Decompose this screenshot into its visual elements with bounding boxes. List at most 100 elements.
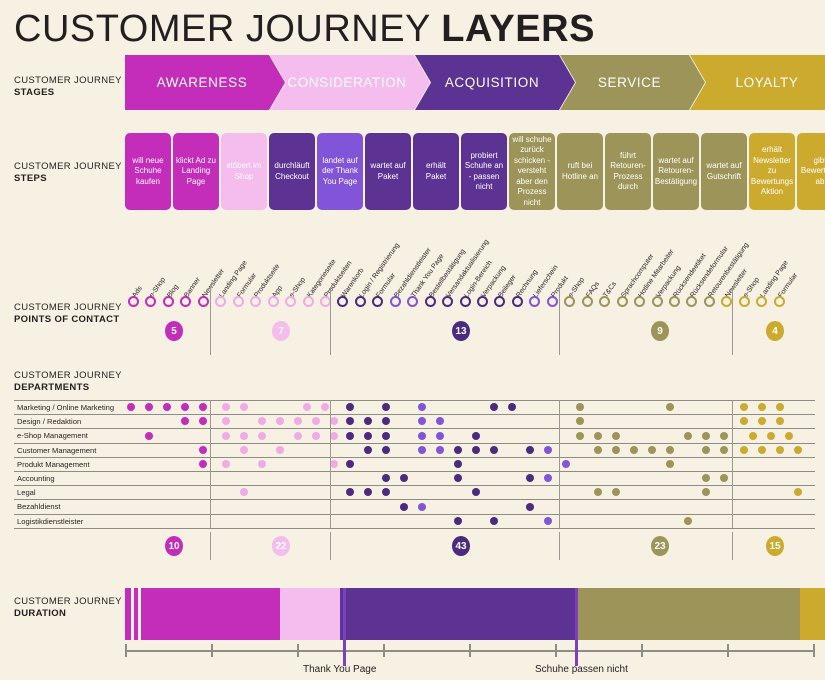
poc-circle-28[interactable] <box>599 296 611 307</box>
poc-circle-6[interactable] <box>215 296 227 307</box>
stage-awareness[interactable]: AWARENESS <box>125 55 285 110</box>
poc-circle-29[interactable] <box>616 296 628 307</box>
stage-loyalty[interactable]: LOYALTY <box>690 55 825 110</box>
poc-circle-27[interactable] <box>581 296 593 307</box>
label-departments: Customer Journey Departments <box>14 370 126 394</box>
step-label: wartet auf Retouren-Bestätigung <box>654 155 698 186</box>
department-count-divider-2 <box>330 532 331 560</box>
poc-circle-17[interactable] <box>407 296 419 307</box>
poc-circle-33[interactable] <box>686 296 698 307</box>
step-card-12[interactable]: wartet auf Retouren-Bestätigung <box>653 133 699 210</box>
poc-circle-18[interactable] <box>424 296 436 307</box>
poc-circle-9[interactable] <box>267 296 279 307</box>
step-card-2[interactable]: klickt Ad zu Landing Page <box>173 133 219 210</box>
duration-segment-1 <box>125 588 280 640</box>
poc-circle-3[interactable] <box>162 296 174 307</box>
poc-circle-38[interactable] <box>773 296 785 307</box>
department-row: Produkt Management <box>14 456 815 472</box>
step-label: wartet auf Paket <box>370 161 406 181</box>
department-dot <box>472 445 480 454</box>
step-card-8[interactable]: probiert Schuhe an - passen nicht <box>461 133 507 210</box>
department-dot <box>199 460 207 468</box>
department-dot <box>258 431 266 440</box>
step-card-9[interactable]: will schuhe zurück schicken - versteht a… <box>509 133 555 210</box>
poc-circle-14[interactable] <box>354 296 366 307</box>
department-dot <box>418 502 426 511</box>
duration-marker-1 <box>343 588 346 666</box>
poc-circle-26[interactable] <box>564 296 576 307</box>
poc-circle-7[interactable] <box>232 296 244 307</box>
step-card-6[interactable]: wartet auf Paket <box>365 133 411 210</box>
poc-count-badge-2: 7 <box>272 321 290 341</box>
poc-circle-5[interactable] <box>197 296 209 307</box>
poc-circle-25[interactable] <box>546 296 558 307</box>
department-dot <box>702 445 710 454</box>
poc-circle-36[interactable] <box>738 296 750 307</box>
poc-circle-15[interactable] <box>372 296 384 307</box>
department-dot <box>436 445 444 454</box>
duration-segment-2 <box>280 588 340 640</box>
department-name: Accounting <box>17 474 55 483</box>
department-count-badge-2: 22 <box>272 536 290 556</box>
department-dot <box>758 445 766 454</box>
poc-circle-8[interactable] <box>250 296 262 307</box>
label-duration-line2: Duration <box>14 608 67 619</box>
poc-circle-37[interactable] <box>756 296 768 307</box>
label-steps: Customer Journey Steps <box>14 161 126 185</box>
step-card-13[interactable]: wartet auf Gutschrift <box>701 133 747 210</box>
stage-acquisition[interactable]: ACQUISITION <box>415 55 575 110</box>
department-dot <box>418 445 426 454</box>
step-card-10[interactable]: ruft bei Hotline an <box>557 133 603 210</box>
poc-circle-22[interactable] <box>494 296 506 307</box>
poc-circle-4[interactable] <box>180 296 192 307</box>
step-card-14[interactable]: erhält Newsletter zu Bewertungs Aktion <box>749 133 795 210</box>
step-label: klickt Ad zu Landing Page <box>175 155 216 186</box>
department-dot <box>222 431 230 440</box>
department-dot <box>382 445 390 454</box>
poc-circle-32[interactable] <box>668 296 680 307</box>
department-dot <box>612 431 620 440</box>
department-dot <box>684 516 692 525</box>
poc-circle-21[interactable] <box>477 296 488 307</box>
poc-circle-35[interactable] <box>721 296 733 307</box>
step-label: gibt Bewertung ab <box>800 155 825 186</box>
poc-circle-24[interactable] <box>529 296 541 307</box>
stage-consideration[interactable]: CONSIDERATION <box>270 55 430 110</box>
department-row: Logistikdienstleister <box>14 513 815 529</box>
poc-circle-34[interactable] <box>703 296 715 307</box>
department-row: Design / Redaktion <box>14 414 815 429</box>
poc-circle-19[interactable] <box>442 296 454 307</box>
department-dot <box>490 445 498 454</box>
step-card-1[interactable]: will neue Schuhe kaufen <box>125 133 171 210</box>
poc-circle-11[interactable] <box>302 296 314 307</box>
duration-tick-8 <box>727 644 729 657</box>
department-dot <box>594 431 602 440</box>
step-card-11[interactable]: führt Retouren-Prozess durch <box>605 133 651 210</box>
stage-label: LOYALTY <box>735 75 799 90</box>
step-card-3[interactable]: stöbert im Shop <box>221 133 267 210</box>
poc-circle-16[interactable] <box>389 296 401 307</box>
step-card-5[interactable]: landet auf der Thank You Page <box>317 133 363 210</box>
poc-circle-10[interactable] <box>285 296 297 307</box>
department-dot <box>330 431 338 440</box>
page-title-light: CUSTOMER JOURNEY <box>14 8 442 50</box>
department-dot <box>312 431 320 440</box>
duration-row: Thank You Page Schuhe passen nicht <box>125 588 825 678</box>
poc-circle-13[interactable] <box>337 296 349 307</box>
step-card-15[interactable]: gibt Bewertung ab <box>797 133 825 210</box>
stage-service[interactable]: SERVICE <box>560 55 705 110</box>
poc-circle-31[interactable] <box>651 296 663 307</box>
department-dot <box>199 445 207 454</box>
department-dot <box>666 445 674 454</box>
poc-circle-23[interactable] <box>511 296 523 307</box>
department-dot <box>400 502 408 511</box>
poc-circle-20[interactable] <box>459 296 471 307</box>
department-dot <box>776 445 784 454</box>
step-card-7[interactable]: erhält Paket <box>413 133 459 210</box>
poc-circle-1[interactable] <box>128 296 139 307</box>
label-departments-line1: Customer Journey <box>14 370 122 381</box>
department-count-badge-5: 15 <box>766 536 784 556</box>
step-card-4[interactable]: durchläuft Checkout <box>269 133 315 210</box>
poc-circle-30[interactable] <box>634 296 646 307</box>
poc-circle-2[interactable] <box>145 296 157 307</box>
